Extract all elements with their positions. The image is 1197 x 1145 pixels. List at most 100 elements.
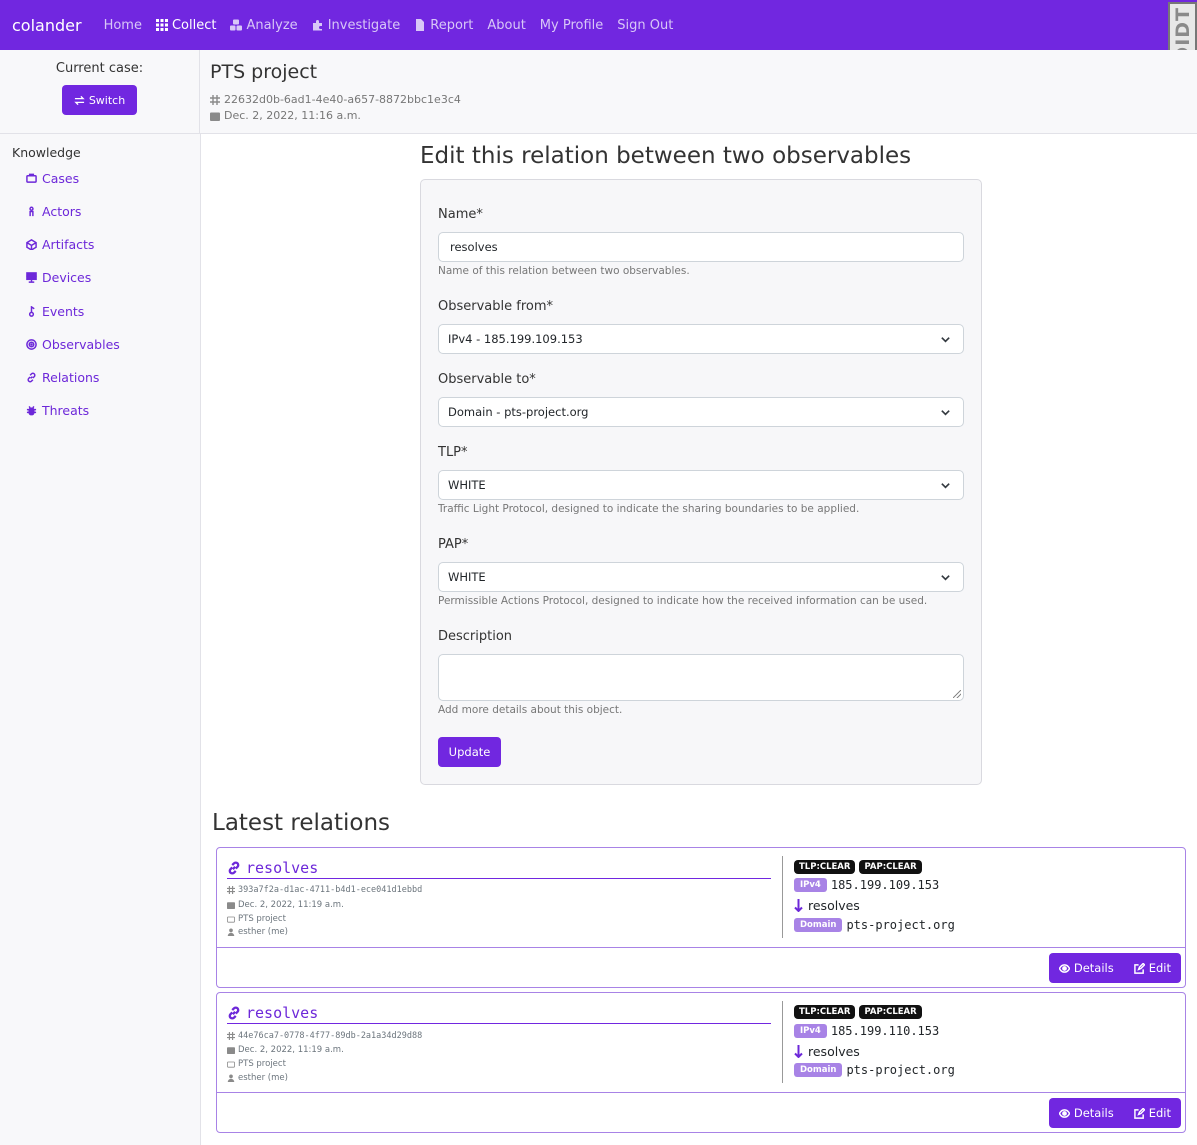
switch-label: Switch: [88, 93, 126, 107]
edit-button[interactable]: Edit: [1124, 1098, 1181, 1128]
relation-arrow-row: resolves: [794, 898, 860, 913]
pap-badge: PAP:CLEAR: [859, 1005, 922, 1019]
observable-type-badge: Domain: [794, 918, 843, 932]
update-button[interactable]: Update: [438, 737, 501, 767]
calendar-icon: [210, 112, 220, 121]
switch-case-button[interactable]: Switch: [61, 85, 138, 115]
edit-button[interactable]: Edit: [1124, 953, 1181, 983]
relation-actions: Details Edit: [1048, 1098, 1181, 1128]
tlp-value: WHITE: [448, 478, 486, 492]
relation-arrow-row: resolves: [794, 1044, 860, 1059]
sidebar-item-label: Actors: [42, 204, 82, 219]
tlp-select[interactable]: WHITE: [438, 470, 964, 500]
relation-card-body: resolves 44e76ca7-0778-4f77-89db-2a1a34d…: [217, 993, 1185, 1093]
nav-report-label: Report: [430, 17, 474, 33]
observable-type-badge: Domain: [794, 1063, 843, 1077]
exchange-icon: [74, 95, 85, 105]
nav-about[interactable]: About: [487, 18, 525, 33]
relation-name-link[interactable]: resolves: [227, 859, 318, 877]
case-date-row: Dec. 2, 2022, 11:16 a.m.: [210, 109, 361, 122]
nav-investigate[interactable]: Investigate: [312, 18, 400, 33]
relation-owner: esther (me): [238, 927, 288, 937]
sidebar-item-label: Cases: [42, 171, 80, 186]
sidebar-item-observables[interactable]: Observables: [26, 337, 120, 352]
eye-icon: [1058, 963, 1070, 973]
observable-from-select[interactable]: IPv4 - 185.199.109.153: [438, 324, 964, 354]
target-icon: [26, 339, 37, 350]
relation-name: resolves: [246, 1004, 319, 1022]
sidebar-item-events[interactable]: Events: [26, 304, 84, 319]
latest-relations-title: Latest relations: [212, 810, 391, 836]
brand-link[interactable]: colander: [12, 16, 82, 35]
tlp-badge: TLP:CLEAR: [794, 860, 856, 874]
observable-from-value: 185.199.110.153: [830, 1024, 940, 1038]
artifact-icon: [26, 239, 37, 250]
name-help: Name of this relation between two observ…: [438, 265, 690, 277]
pap-select[interactable]: WHITE: [438, 562, 964, 592]
form-title: Edit this relation between two observabl…: [420, 143, 912, 169]
relation-case-row: PTS project: [227, 1059, 286, 1069]
details-button[interactable]: Details: [1049, 1098, 1124, 1128]
grid-icon: [155, 19, 168, 31]
nav-home-label: Home: [103, 17, 142, 33]
hash-icon: [227, 1032, 235, 1040]
relation-name-underline: [227, 878, 771, 879]
tlp-label: TLP*: [438, 445, 468, 460]
relation-date-row: Dec. 2, 2022, 11:19 a.m.: [227, 1045, 344, 1055]
link-icon: [228, 1006, 240, 1020]
observable-to-row: Domain pts-project.org: [794, 918, 955, 932]
hash-icon: [210, 94, 220, 105]
nav-about-label: About: [487, 17, 526, 33]
relation-verb: resolves: [808, 1044, 860, 1059]
sidebar-item-artifacts[interactable]: Artifacts: [26, 237, 94, 252]
nav-analyze-label: Analyze: [246, 17, 298, 33]
cubes-icon: [230, 19, 243, 31]
nav-sign-out[interactable]: Sign Out: [617, 18, 673, 33]
sidebar: Knowledge Cases Actors Artifacts Devices…: [0, 134, 201, 1145]
nav-report[interactable]: Report: [414, 18, 473, 33]
observable-to-select[interactable]: Domain - pts-project.org: [438, 397, 964, 427]
sidebar-item-cases[interactable]: Cases: [26, 171, 79, 186]
calendar-icon: [227, 1047, 235, 1054]
relation-date: Dec. 2, 2022, 11:19 a.m.: [238, 1045, 344, 1055]
nav-collect-label: Collect: [171, 17, 217, 33]
chevron-down-icon: [940, 334, 951, 345]
chevron-down-icon: [940, 572, 951, 583]
nav-collect[interactable]: Collect: [155, 17, 217, 33]
nav-profile-label: My Profile: [539, 17, 604, 33]
nav-home[interactable]: Home: [104, 18, 142, 33]
relation-verb: resolves: [808, 898, 860, 913]
relation-actions: Details Edit: [1048, 953, 1181, 983]
observable-to-value: pts-project.org: [846, 918, 955, 932]
nav-signout-label: Sign Out: [617, 17, 674, 33]
name-field[interactable]: resolves: [438, 232, 964, 262]
case-icon: [26, 173, 37, 183]
pap-value: WHITE: [448, 570, 486, 584]
sidebar-item-actors[interactable]: Actors: [26, 204, 81, 219]
description-textarea[interactable]: [438, 654, 964, 701]
relation-id: 393a7f2a-d1ac-4711-b4d1-ece041d1ebbd: [238, 885, 423, 895]
relation-id-row: 393a7f2a-d1ac-4711-b4d1-ece041d1ebbd: [227, 885, 422, 895]
calendar-icon: [227, 902, 235, 909]
details-label: Details: [1073, 1106, 1114, 1120]
case-icon: [227, 916, 235, 923]
relation-owner: esther (me): [238, 1073, 288, 1083]
link-icon: [228, 861, 240, 875]
relation-card-body: resolves 393a7f2a-d1ac-4711-b4d1-ece041d…: [217, 848, 1185, 948]
tlp-pap-badges: TLP:CLEAR PAP:CLEAR: [794, 1005, 922, 1019]
observable-type-badge: IPv4: [794, 878, 827, 892]
relation-id-row: 44e76ca7-0778-4f77-89db-2a1a34d29d88: [227, 1031, 422, 1041]
edit-icon: [1133, 962, 1145, 974]
puzzle-icon: [312, 20, 322, 31]
sidebar-item-relations[interactable]: Relations: [26, 370, 99, 385]
sidebar-item-threats[interactable]: Threats: [26, 403, 89, 418]
relation-divider: [782, 856, 783, 938]
hash-icon: [227, 886, 235, 894]
nav-my-profile[interactable]: My Profile: [540, 18, 603, 33]
sidebar-item-devices[interactable]: Devices: [26, 270, 91, 285]
relation-name-link[interactable]: resolves: [227, 1004, 318, 1022]
nav-analyze[interactable]: Analyze: [230, 17, 298, 33]
relation-case: PTS project: [238, 1059, 286, 1069]
observable-from-row: IPv4 185.199.109.153: [794, 878, 939, 892]
details-button[interactable]: Details: [1049, 953, 1124, 983]
